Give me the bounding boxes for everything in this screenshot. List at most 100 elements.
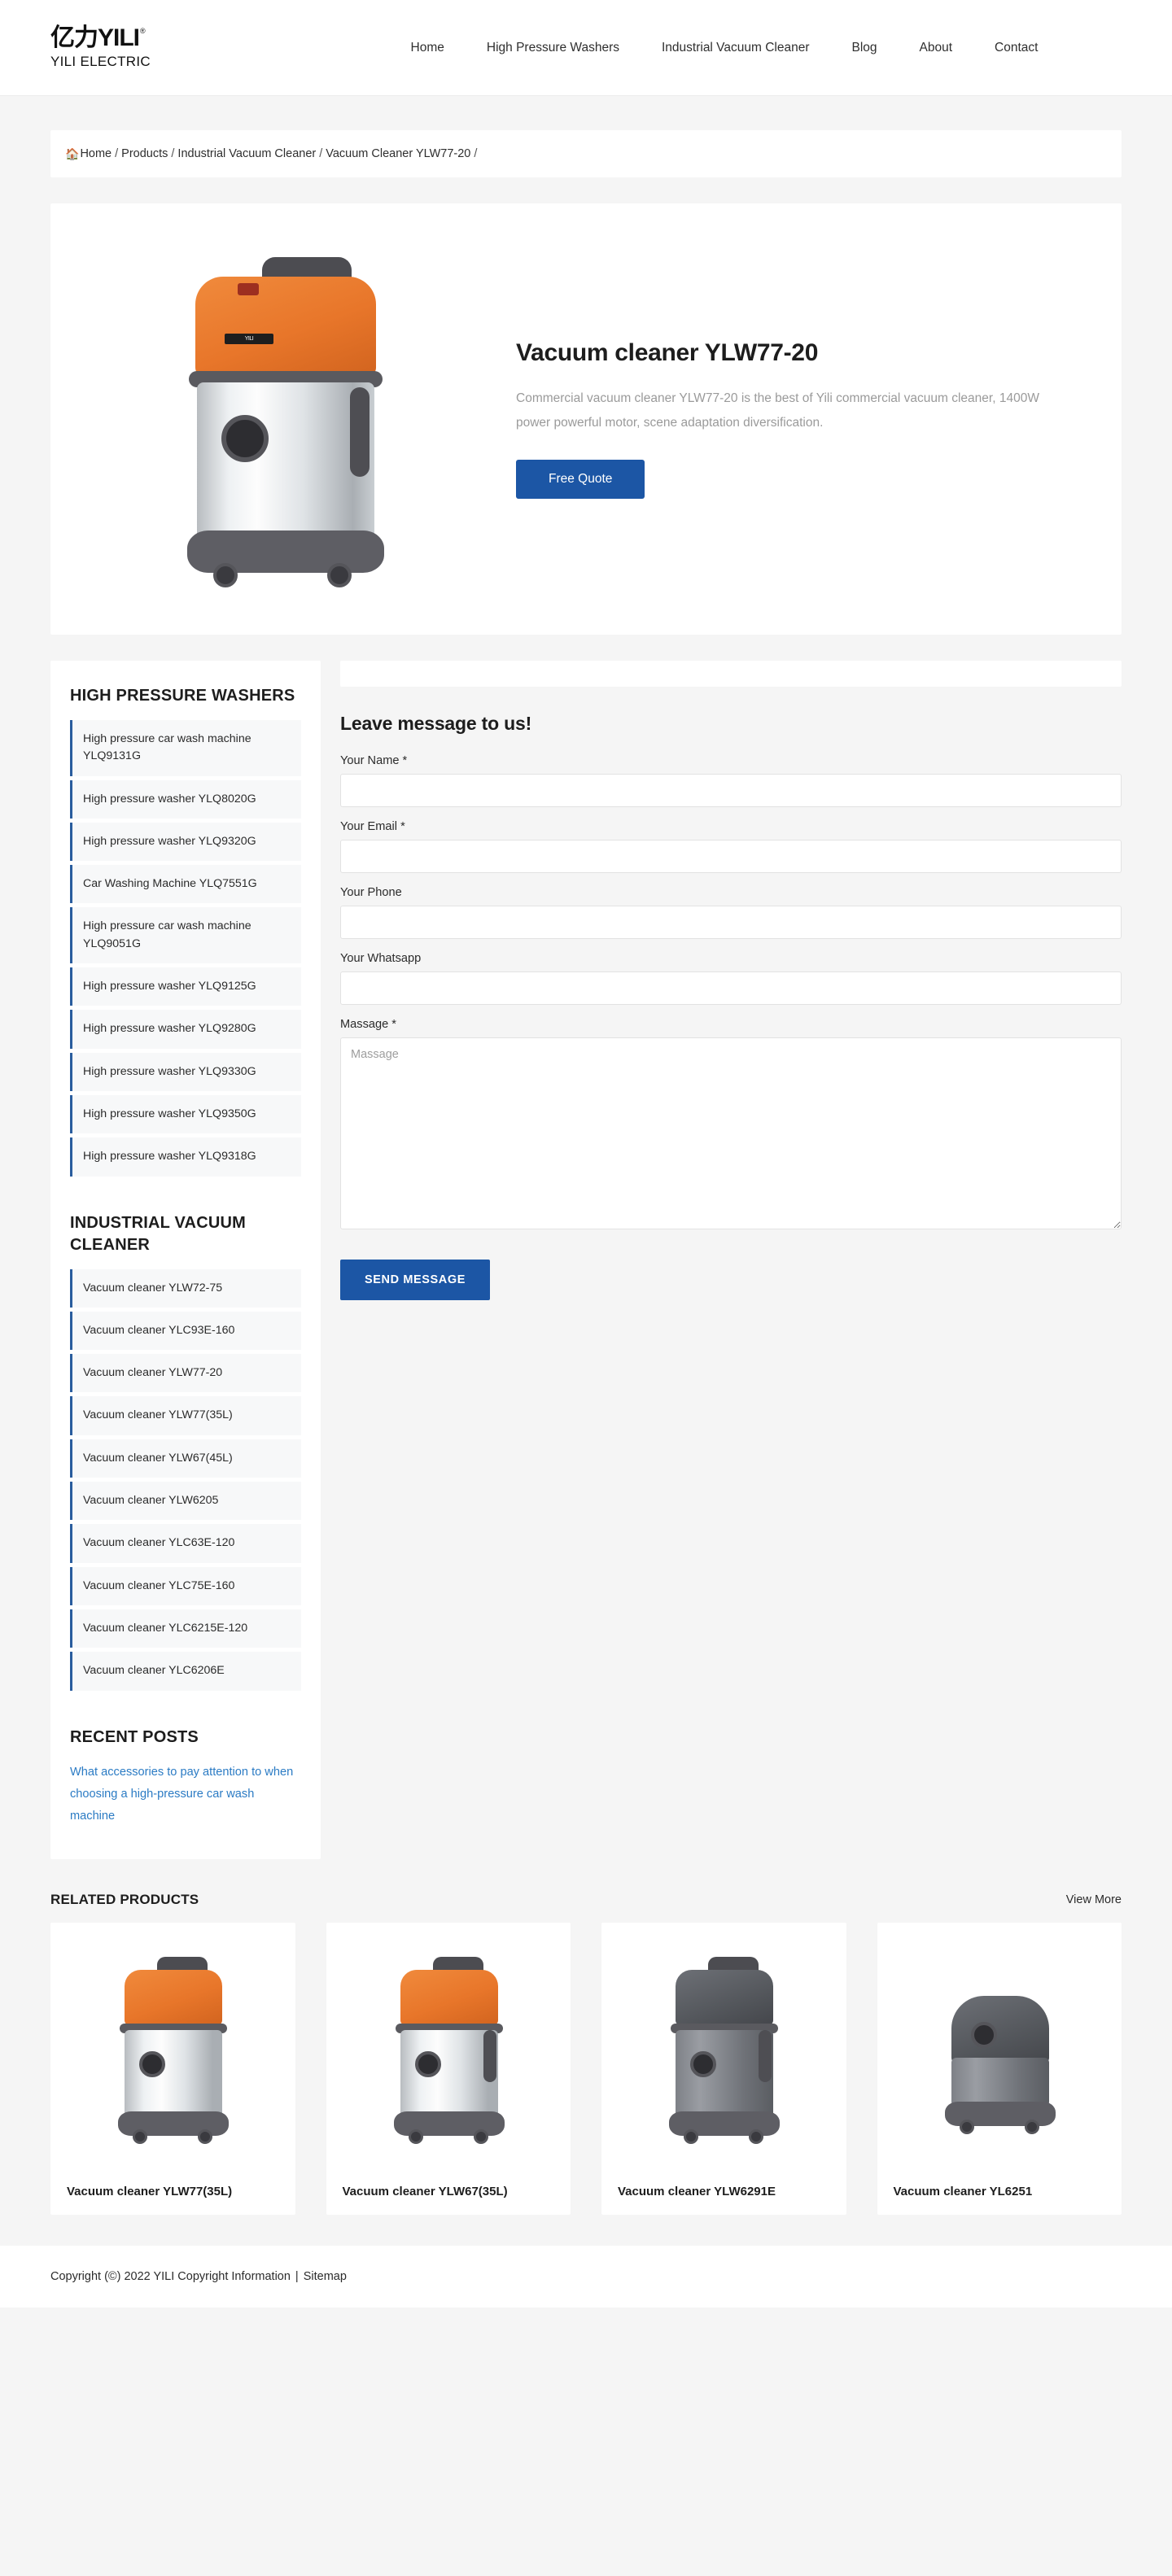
your-name-input[interactable] [340, 774, 1122, 807]
breadcrumb-item-current: Vacuum Cleaner YLW77-20 [326, 147, 471, 160]
label-message: Massage * [340, 1018, 396, 1031]
footer-sitemap-link[interactable]: Sitemap [304, 2270, 347, 2283]
product-card-title[interactable]: Vacuum cleaner YLW6291E [614, 2172, 833, 2215]
product-card[interactable]: Vacuum cleaner YLW67(35L) [326, 1923, 571, 2216]
site-logo[interactable]: 亿力YILI ® YILI ELECTRIC [50, 24, 221, 70]
sidebar-title-industrial-vacuum-cleaner: INDUSTRIAL VACUUM CLEANER [70, 1213, 246, 1254]
vacuum-steel-drum [197, 382, 374, 552]
message-textarea[interactable] [340, 1037, 1122, 1229]
vacuum-steel-drum [125, 2030, 223, 2122]
nav-item-contact[interactable]: Contact [995, 41, 1038, 55]
nav-item-blog[interactable]: Blog [851, 41, 877, 55]
sidebar-item-ylq9125g[interactable]: High pressure washer YLQ9125G [70, 967, 301, 1006]
breadcrumb-separator: / [115, 147, 119, 160]
sidebar-title-high-pressure-washers: HIGH PRESSURE WASHERS [70, 687, 295, 705]
vacuum-cleaner-illustration [654, 1952, 793, 2155]
vacuum-side-hose [483, 2030, 496, 2083]
view-more-link[interactable]: View More [1066, 1893, 1122, 1906]
product-card[interactable]: Vacuum cleaner YLW77(35L) [50, 1923, 295, 2216]
sidebar-item-ylc93e-160[interactable]: Vacuum cleaner YLC93E-160 [70, 1311, 301, 1351]
vacuum-caster-wheel [684, 2129, 699, 2145]
footer-divider: | [295, 2270, 299, 2284]
sidebar-item-ylq8020g[interactable]: High pressure washer YLQ8020G [70, 779, 301, 819]
contact-form-heading: Leave message to us! [340, 713, 532, 734]
field-message: Massage * [340, 1018, 1122, 1233]
vacuum-caster-wheel [213, 563, 238, 587]
logo-mark: 亿力YILI ® [50, 24, 221, 51]
breadcrumb-item-home[interactable]: Home [80, 147, 112, 160]
vacuum-switch [238, 283, 259, 295]
sidebar-item-ylq9318g[interactable]: High pressure washer YLQ9318G [70, 1137, 301, 1177]
contact-form: Your Name * Your Email * Your Phone Your… [340, 754, 1122, 1300]
sidebar-item-ylq9330g[interactable]: High pressure washer YLQ9330G [70, 1052, 301, 1091]
main-navigation: Home High Pressure Washers Industrial Va… [343, 41, 1105, 55]
logo-subtitle: YILI ELECTRIC [50, 53, 151, 69]
vacuum-lid [125, 1970, 223, 2026]
recent-post-link[interactable]: What accessories to pay attention to whe… [70, 1762, 301, 1827]
nav-item-about[interactable]: About [920, 41, 953, 55]
sidebar-item-ylw67-45l[interactable]: Vacuum cleaner YLW67(45L) [70, 1439, 301, 1478]
registered-trademark-icon: ® [140, 26, 146, 35]
product-card-title[interactable]: Vacuum cleaner YLW67(35L) [339, 2172, 558, 2215]
sidebar: HIGH PRESSURE WASHERS High pressure car … [50, 661, 321, 1860]
free-quote-button[interactable]: Free Quote [516, 460, 645, 500]
vacuum-side-hose [350, 387, 370, 477]
sidebar-item-ylc6215e-120[interactable]: Vacuum cleaner YLC6215E-120 [70, 1609, 301, 1648]
vacuum-caster-wheel [327, 563, 352, 587]
label-your-whatsapp: Your Whatsapp [340, 952, 422, 965]
sidebar-item-ylw77-35l[interactable]: Vacuum cleaner YLW77(35L) [70, 1396, 301, 1435]
related-products-header: RELATED PRODUCTS View More [50, 1892, 1122, 1908]
vacuum-cleaner-illustration: YILI [164, 244, 409, 594]
site-footer: Copyright (©) 2022 YILI Copyright Inform… [0, 2246, 1172, 2308]
sidebar-item-ylc63e-120[interactable]: Vacuum cleaner YLC63E-120 [70, 1524, 301, 1563]
logo-mark-text: 亿力YILI [50, 24, 140, 51]
product-card-title[interactable]: Vacuum cleaner YL6251 [890, 2172, 1109, 2215]
product-card[interactable]: Vacuum cleaner YLW6291E [601, 1923, 846, 2216]
send-message-button[interactable]: SEND MESSAGE [340, 1260, 491, 1300]
vacuum-caster-wheel [133, 2129, 148, 2145]
vacuum-caster-wheel [959, 2120, 974, 2135]
content-row: HIGH PRESSURE WASHERS High pressure car … [50, 661, 1122, 1860]
vacuum-cleaner-illustration [103, 1952, 242, 2155]
your-whatsapp-input[interactable] [340, 971, 1122, 1005]
sidebar-item-ylc75e-160[interactable]: Vacuum cleaner YLC75E-160 [70, 1566, 301, 1605]
vacuum-caster-wheel [408, 2129, 423, 2145]
product-card-image [63, 1936, 282, 2172]
your-email-input[interactable] [340, 840, 1122, 873]
breadcrumb-separator: / [319, 147, 323, 160]
nav-item-industrial-vacuum-cleaner[interactable]: Industrial Vacuum Cleaner [662, 41, 810, 55]
vacuum-caster-wheel [473, 2129, 488, 2145]
sidebar-item-ylq9131g[interactable]: High pressure car wash machine YLQ9131G [70, 720, 301, 776]
product-hero: YILI Vacuum cleaner YLW77-20 Commercial … [50, 203, 1122, 635]
sidebar-list-industrial-vacuum-cleaner: Vacuum cleaner YLW72-75 Vacuum cleaner Y… [70, 1268, 301, 1691]
empty-panel [340, 661, 1122, 687]
sidebar-item-ylw72-75[interactable]: Vacuum cleaner YLW72-75 [70, 1268, 301, 1308]
sidebar-item-ylq9320g[interactable]: High pressure washer YLQ9320G [70, 822, 301, 862]
vacuum-caster-wheel [749, 2129, 764, 2145]
product-card[interactable]: Vacuum cleaner YL6251 [877, 1923, 1122, 2216]
your-phone-input[interactable] [340, 906, 1122, 939]
label-your-name: Your Name * [340, 754, 408, 767]
main-column: Leave message to us! Your Name * Your Em… [340, 661, 1122, 1300]
vacuum-side-hose [759, 2030, 772, 2083]
sidebar-item-ylq9280g[interactable]: High pressure washer YLQ9280G [70, 1010, 301, 1049]
sidebar-title-recent-posts: RECENT POSTS [70, 1727, 199, 1746]
sidebar-item-ylq9350g[interactable]: High pressure washer YLQ9350G [70, 1094, 301, 1134]
breadcrumb-item-industrial-vacuum-cleaner[interactable]: Industrial Vacuum Cleaner [177, 147, 316, 160]
product-card-title[interactable]: Vacuum cleaner YLW77(35L) [63, 2172, 282, 2215]
related-products-grid: Vacuum cleaner YLW77(35L) Vacuum cleaner… [50, 1923, 1122, 2216]
vacuum-inlet-port [414, 2051, 441, 2078]
vacuum-lid [951, 1996, 1049, 2065]
sidebar-item-ylq7551g[interactable]: Car Washing Machine YLQ7551G [70, 865, 301, 904]
breadcrumb-item-products[interactable]: Products [121, 147, 168, 160]
page-title: Vacuum cleaner YLW77-20 [516, 338, 819, 366]
vacuum-inlet-port [970, 2022, 997, 2049]
vacuum-cleaner-illustration [379, 1952, 518, 2155]
footer-copyright: Copyright (©) 2022 YILI Copyright Inform… [50, 2270, 291, 2284]
sidebar-item-ylw6205[interactable]: Vacuum cleaner YLW6205 [70, 1482, 301, 1521]
sidebar-item-ylq9051g[interactable]: High pressure car wash machine YLQ9051G [70, 907, 301, 964]
sidebar-item-ylw77-20[interactable]: Vacuum cleaner YLW77-20 [70, 1354, 301, 1393]
sidebar-item-ylc6206e[interactable]: Vacuum cleaner YLC6206E [70, 1652, 301, 1691]
nav-item-high-pressure-washers[interactable]: High Pressure Washers [487, 41, 619, 55]
nav-item-home[interactable]: Home [411, 41, 444, 55]
